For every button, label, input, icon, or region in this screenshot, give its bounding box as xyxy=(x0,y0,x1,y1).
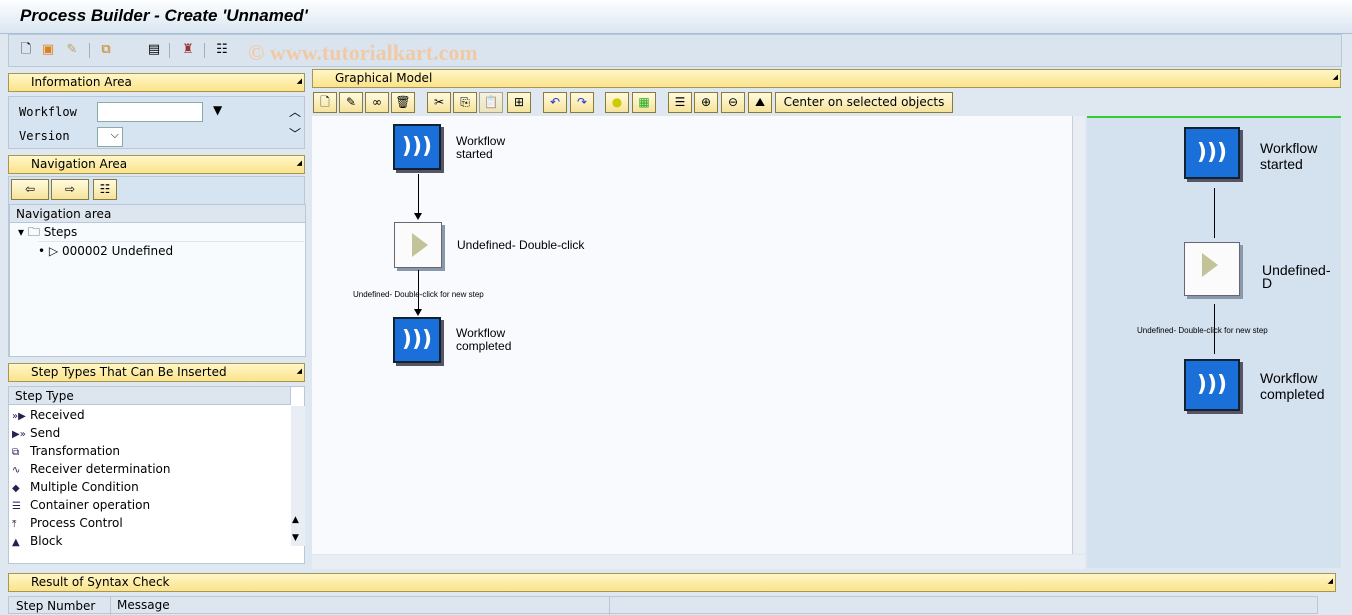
version-label: Version xyxy=(19,129,70,143)
scroll-up-icon[interactable]: ︿ xyxy=(289,103,301,120)
navigation-area: ⇦ ⇨ ☷ Navigation area ▾ 🗀 Steps • ▷ 0000… xyxy=(8,176,306,357)
step-type-item[interactable]: ☰ Container operation xyxy=(12,496,150,514)
tree-item-step[interactable]: • ▷ 000002 Undefined xyxy=(38,241,304,259)
overview-button[interactable]: ⛰ xyxy=(748,92,772,113)
step-types-list: Step Type »▶ Received ▶» Send ⧉ Transformatio… xyxy=(8,386,305,564)
information-area-header[interactable]: Information Area ◢ xyxy=(8,73,305,92)
scroll-down-icon[interactable]: ▼ xyxy=(292,533,299,543)
title-bar: Process Builder - Create 'Unnamed' xyxy=(0,0,1352,34)
tree-folder-steps[interactable]: ▾ 🗀 Steps xyxy=(18,223,77,241)
step-type-item[interactable]: ▲ Block xyxy=(12,532,62,550)
center-on-selected-button[interactable]: Center on selected objects xyxy=(775,92,953,113)
information-area: Workflow ▼ Version ⌵ ︿ ﹀ xyxy=(8,96,305,149)
display-icon[interactable]: ▤ xyxy=(145,42,163,58)
delete-button[interactable]: 🗑 xyxy=(391,92,415,113)
cut-button[interactable]: ✂ xyxy=(427,92,451,113)
node-label: Undefined- Double-click xyxy=(457,238,585,252)
dropdown-triangle-icon[interactable]: ▼ xyxy=(213,103,222,117)
graphical-canvas[interactable]: ))) Workflow started Undefined- Double-c… xyxy=(312,116,1085,554)
step-type-item[interactable]: ⧉ Transformation xyxy=(12,442,120,460)
node-label: Workflow started xyxy=(456,134,506,161)
edit-button[interactable]: ✎ xyxy=(339,92,363,113)
paste-button[interactable]: 📋 xyxy=(479,92,503,113)
new-document-icon[interactable]: 🗋 xyxy=(17,42,35,58)
block-icon: ▲ xyxy=(12,537,20,548)
overview-undefined-node xyxy=(1184,242,1240,296)
tree-column-header: Navigation area xyxy=(10,205,305,223)
syntax-check-table-header: Step Number Message xyxy=(8,596,1318,615)
step-types-header[interactable]: Step Types That Can Be Inserted ◢ xyxy=(8,363,305,382)
application-toolbar: 🗋 ▣ ✎ ⧉ ▤ ♜ ☷ xyxy=(8,34,1342,67)
scroll-up-icon[interactable]: ▲ xyxy=(292,515,299,525)
edge-label[interactable]: Undefined- Double-click for new step xyxy=(353,288,484,301)
step-type-item[interactable]: ▶» Send xyxy=(12,424,60,442)
overview-started-node: ))) xyxy=(1184,127,1240,179)
overview-edge-label: Undefined- Double-click for new step xyxy=(1137,326,1268,335)
column-step-number[interactable]: Step Number xyxy=(16,599,95,613)
step-type-item[interactable]: »▶ Received xyxy=(12,406,85,424)
scroll-down-icon[interactable]: ﹀ xyxy=(289,125,301,142)
column-message[interactable]: Message xyxy=(110,597,610,615)
overview-label: Undefined- D xyxy=(1262,262,1331,291)
workflow-label: Workflow xyxy=(19,105,77,119)
workflow-input[interactable] xyxy=(97,102,203,122)
workflow-started-node[interactable]: ))) xyxy=(393,124,441,170)
step-icon: ▷ xyxy=(48,244,59,258)
overview-label: Workflow completed xyxy=(1260,370,1325,402)
canvas-vertical-scrollbar[interactable] xyxy=(1072,116,1085,554)
step-type-item[interactable]: ∿ Receiver determination xyxy=(12,460,171,478)
overview-completed-node: ))) xyxy=(1184,359,1240,411)
folder-icon: 🗀 xyxy=(27,225,40,239)
step-type-item[interactable]: ◆ Multiple Condition xyxy=(12,478,139,496)
glasses-button[interactable]: ∞ xyxy=(365,92,389,113)
new-step-button[interactable]: 🗋 xyxy=(313,92,337,113)
workflow-completed-node[interactable]: ))) xyxy=(393,317,441,363)
node-label: Workflow completed xyxy=(456,326,512,353)
zoom-out-button[interactable]: ⊖ xyxy=(721,92,745,113)
canvas-horizontal-scrollbar[interactable] xyxy=(312,555,1085,569)
redo-button[interactable]: ↷ xyxy=(570,92,594,113)
back-button[interactable]: ⇦ xyxy=(11,179,49,200)
expand-icon[interactable]: ◢ xyxy=(297,73,302,90)
zoom-in-button[interactable]: ⊕ xyxy=(694,92,718,113)
undo-button[interactable]: ↶ xyxy=(543,92,567,113)
step-type-item[interactable]: ⤒ Process Control xyxy=(12,514,123,532)
check-button[interactable]: ● xyxy=(605,92,629,113)
watermark: © www.tutorialkart.com xyxy=(248,40,478,65)
align-button[interactable]: ☰ xyxy=(668,92,692,113)
overview-label: Workflow started xyxy=(1260,140,1318,172)
overview-pane[interactable]: ))) Workflow started Undefined- D Undefi… xyxy=(1087,116,1341,568)
tree-structure-button[interactable]: ☷ xyxy=(93,179,117,200)
step-type-column-header: Step Type xyxy=(9,387,291,405)
forward-button[interactable]: ⇨ xyxy=(51,179,89,200)
insert-block-button[interactable]: ⊞ xyxy=(507,92,531,113)
version-select[interactable]: ⌵ xyxy=(97,127,123,147)
graphical-model-header[interactable]: Graphical Model ◢ xyxy=(312,69,1341,88)
syntax-check-header[interactable]: Result of Syntax Check ◢ xyxy=(8,573,1336,592)
list-icon[interactable]: ☷ xyxy=(213,42,231,58)
navigation-area-header[interactable]: Navigation Area ◢ xyxy=(8,155,305,174)
hat-icon[interactable]: ♜ xyxy=(179,42,197,58)
undefined-step-node[interactable] xyxy=(394,222,442,268)
legend-button[interactable]: ▦ xyxy=(632,92,656,113)
vertical-scrollbar[interactable] xyxy=(291,406,305,546)
window-title: Process Builder - Create 'Unnamed' xyxy=(20,6,308,25)
copy-object-icon[interactable]: ▣ xyxy=(39,42,57,58)
edit-pencil-icon[interactable]: ✎ xyxy=(63,42,81,58)
hierarchy-icon[interactable]: ⧉ xyxy=(97,42,115,58)
copy-button[interactable]: ⎘ xyxy=(453,92,477,113)
